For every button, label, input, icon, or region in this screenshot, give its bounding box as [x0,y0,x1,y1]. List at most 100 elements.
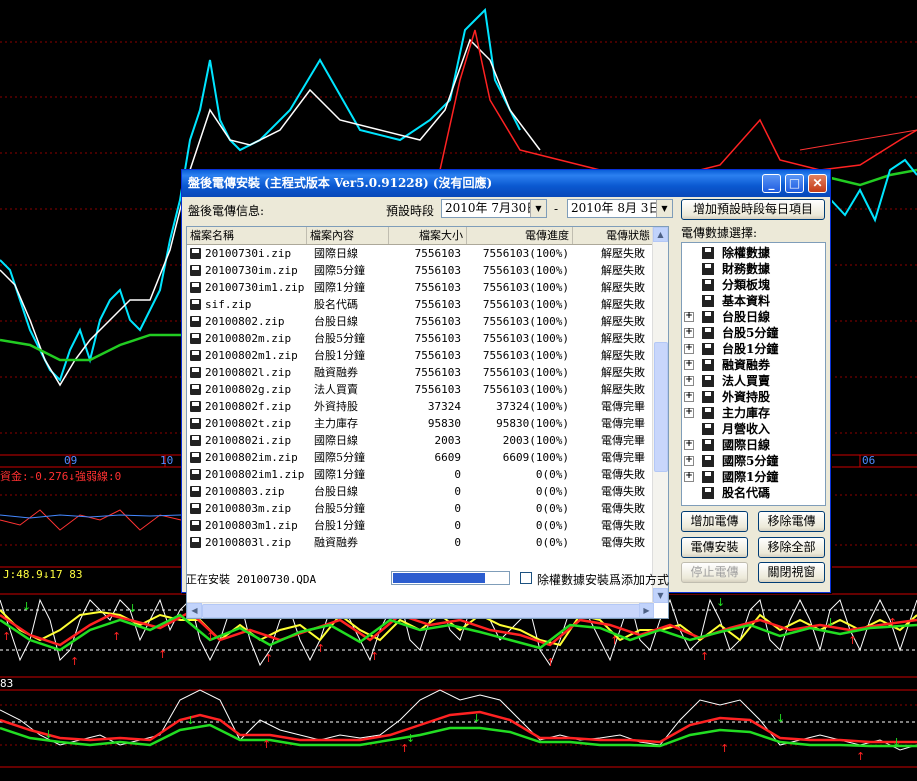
table-row[interactable]: 20100802g.zip 法人買賣 7556103 7556103(100%) 解壓失… [187,381,654,398]
scroll-thumb[interactable] [654,342,668,472]
tree-item-label: 財務數據 [722,262,771,276]
table-row[interactable]: 20100803m.zip 台股5分鐘 0 0(0%) 電傳失敗 [187,500,654,517]
expand-icon[interactable]: + [684,360,694,370]
minimize-button[interactable]: _ [762,174,781,193]
date-to-picker[interactable]: 2010年 8月 3日 ▼ [567,199,673,218]
table-row[interactable]: 20100803l.zip 融資融券 0 0(0%) 電傳失敗 [187,534,654,551]
svg-text:↑: ↑ [370,650,379,663]
table-row[interactable]: 20100730im1.zip 國際1分鐘 7556103 7556103(100%)… [187,279,654,296]
table-row[interactable]: 20100802.zip 台股日線 7556103 7556103(100%) 解壓失敗 [187,313,654,330]
floppy-disk-icon [190,469,201,480]
cell-progress: 7556103(100%) [482,315,569,328]
table-row[interactable]: 20100802t.zip 主力庫存 95830 95830(100%) 電傳完畢 [187,415,654,432]
expand-icon[interactable]: + [684,392,694,402]
cell-status: 解壓失敗 [601,383,645,396]
date-from-picker[interactable]: 2010年 7月30日 ▼ [441,199,547,218]
column-header-name[interactable]: 檔案名稱 [187,227,307,244]
table-row[interactable]: 20100802l.zip 融資融券 7556103 7556103(100%) 解壓失… [187,364,654,381]
additive-install-checkbox[interactable] [520,572,532,584]
expand-icon[interactable]: + [684,456,694,466]
cell-filename: 20100730im.zip [205,264,298,277]
cell-progress: 95830(100%) [496,417,569,430]
svg-text:↑: ↑ [720,742,729,755]
column-header-size[interactable]: 檔案大小 [389,227,467,244]
add-transfer-button[interactable]: 增加電傳 [681,511,748,532]
data-node-icon [702,311,714,323]
table-row[interactable]: 20100803.zip 台股日線 0 0(0%) 電傳失敗 [187,483,654,500]
stop-transfer-button[interactable]: 停止電傳 [681,562,748,583]
indicator1-readout: 資金:-0.276↓強弱線:0 [0,470,122,483]
cell-content: 外資持股 [314,400,358,413]
chevron-down-icon[interactable]: ▼ [530,200,546,217]
cell-progress: 7556103(100%) [482,349,569,362]
cell-filename: 20100803.zip [205,485,285,498]
table-row[interactable]: 20100802im1.zip 國際1分鐘 0 0(0%) 電傳失敗 [187,466,654,483]
table-row[interactable]: sif.zip 股名代碼 7556103 7556103(100%) 解壓失敗 [187,296,654,313]
scroll-left-icon[interactable]: ◀ [187,603,202,618]
expand-icon[interactable]: + [684,376,694,386]
column-header-content[interactable]: 檔案內容 [307,227,389,244]
column-header-progress[interactable]: 電傳進度 [467,227,573,244]
dialog-titlebar[interactable]: 盤後電傳安裝 (主程式版本 Ver5.0.91228) (沒有回應) _ □ ✕ [182,170,830,197]
scroll-down-icon[interactable]: ▼ [653,588,668,603]
cell-size: 7556103 [414,264,461,277]
list-vertical-scrollbar[interactable]: ▲ ▼ [652,227,668,603]
cell-filename: 20100803l.zip [205,536,292,549]
cell-filename: 20100802.zip [205,315,285,328]
svg-text:↓: ↓ [44,728,53,741]
table-row[interactable]: 20100802f.zip 外資持股 37324 37324(100%) 電傳完畢 [187,398,654,415]
data-node-icon [702,263,714,275]
maximize-button[interactable]: □ [785,174,804,193]
cell-filename: 20100802m.zip [205,332,292,345]
data-type-tree[interactable]: 除權數據 財務數據 分類板塊 基本資料 + 台股日線 + 台股5分鐘 + 台股1分鐘 + 融資融券 + 法… [681,242,826,506]
table-row[interactable]: 20100803m1.zip 台股1分鐘 0 0(0%) 電傳失敗 [187,517,654,534]
cell-content: 國際5分鐘 [314,264,365,277]
expand-icon[interactable]: + [684,472,694,482]
data-select-label: 電傳數據選擇: [681,226,758,240]
close-window-button[interactable]: 關閉視窗 [758,562,825,583]
svg-text:↑: ↑ [700,650,709,663]
cell-status: 電傳失敗 [601,519,645,532]
remove-transfer-button[interactable]: 移除電傳 [758,511,825,532]
table-row[interactable]: 20100802m1.zip 台股1分鐘 7556103 7556103(100%) 解… [187,347,654,364]
tree-item-label: 國際日線 [722,438,771,452]
list-header: 檔案名稱 檔案內容 檔案大小 電傳進度 電傳狀態 [187,227,654,245]
data-node-icon [702,455,714,467]
cell-size: 0 [454,536,461,549]
tree-item-label: 除權數據 [722,246,771,260]
hscroll-thumb[interactable] [202,604,642,618]
install-button[interactable]: 電傳安裝 [681,537,748,558]
table-row[interactable]: 20100802m.zip 台股5分鐘 7556103 7556103(100%) 解壓… [187,330,654,347]
table-row[interactable]: 20100730im.zip 國際5分鐘 7556103 7556103(100%) 解… [187,262,654,279]
expand-icon[interactable]: + [684,312,694,322]
close-icon[interactable]: ✕ [808,174,827,193]
svg-text:↑: ↑ [262,738,271,751]
cell-size: 7556103 [414,383,461,396]
cell-content: 台股5分鐘 [314,502,365,515]
scroll-up-icon[interactable]: ▲ [653,227,668,242]
scroll-right-icon[interactable]: ▶ [639,603,654,618]
column-header-status[interactable]: 電傳狀態 [573,227,654,244]
svg-text:↑: ↑ [546,656,555,669]
expand-icon[interactable]: + [684,440,694,450]
list-horizontal-scrollbar[interactable]: ◀ ▶ [187,602,654,618]
cell-size: 7556103 [414,281,461,294]
date-label-06: 06 [862,454,876,467]
expand-icon[interactable]: + [684,328,694,338]
progress-fill [393,573,485,583]
transfer-file-list[interactable]: 檔案名稱 檔案內容 檔案大小 電傳進度 電傳狀態 20100730i.zip 國際… [186,226,669,619]
chevron-down-icon[interactable]: ▼ [656,200,672,217]
add-period-button[interactable]: 增加預設時段每日項目 [681,199,825,220]
expand-icon[interactable]: + [684,408,694,418]
table-row[interactable]: 20100802i.zip 國際日線 2003 2003(100%) 電傳完畢 [187,432,654,449]
cell-status: 解壓失敗 [601,332,645,345]
tree-item-label: 外資持股 [722,390,771,404]
cell-size: 2003 [434,434,462,447]
expand-icon[interactable]: + [684,344,694,354]
cell-filename: 20100802t.zip [205,417,292,430]
checkbox-label[interactable]: 除權數據安裝爲添加方式 [537,571,669,588]
table-row[interactable]: 20100730i.zip 國際日線 7556103 7556103(100%) 解壓失… [187,245,654,262]
table-row[interactable]: 20100802im.zip 國際5分鐘 6609 6609(100%) 電傳完畢 [187,449,654,466]
cell-status: 電傳失敗 [601,468,645,481]
remove-all-button[interactable]: 移除全部 [758,537,825,558]
